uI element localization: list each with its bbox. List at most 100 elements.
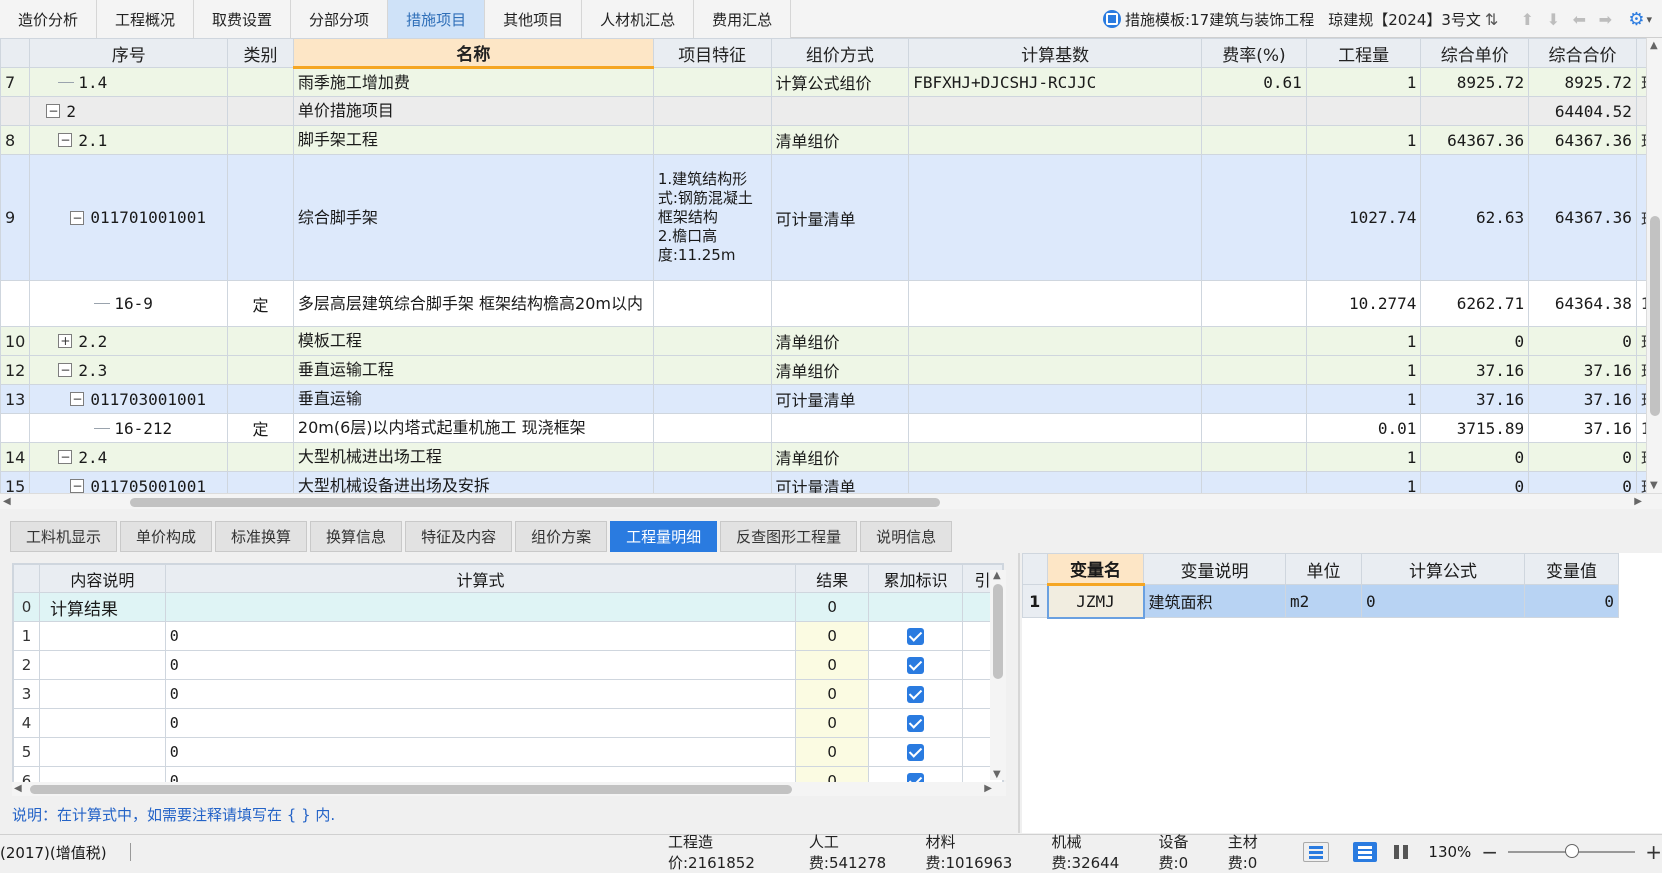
item-name[interactable]: 大型机械进出场工程: [292, 442, 654, 472]
grid-horizontal-scrollbar[interactable]: ◀ ▶: [0, 493, 1662, 509]
fee-rate[interactable]: [1201, 442, 1307, 472]
fee-rate[interactable]: [1201, 96, 1307, 126]
tab-top-6[interactable]: 人材机汇总: [582, 0, 695, 38]
item-feature[interactable]: [652, 326, 772, 356]
collapse-icon[interactable]: −: [70, 392, 85, 406]
column-header-9[interactable]: 综合合价: [1528, 38, 1637, 68]
accumulate-flag-cell[interactable]: [868, 679, 964, 709]
tab-detail-1[interactable]: 单价构成: [120, 521, 213, 552]
item-feature[interactable]: [652, 413, 772, 443]
variable-description[interactable]: 建筑面积: [1143, 584, 1286, 618]
column-header-8[interactable]: 综合单价: [1420, 38, 1530, 68]
item-name[interactable]: 垂直运输: [292, 384, 654, 414]
layout-toggle-icon[interactable]: [1302, 842, 1329, 862]
move-down-icon[interactable]: ⬇: [1540, 10, 1566, 29]
fee-rate[interactable]: [1201, 384, 1307, 414]
fee-rate[interactable]: [1201, 326, 1307, 356]
item-type[interactable]: [227, 67, 294, 97]
tab-detail-8[interactable]: 说明信息: [860, 521, 953, 552]
quantity[interactable]: 10.2774: [1305, 280, 1422, 327]
settings-icon[interactable]: ⚙: [1628, 9, 1644, 30]
item-name[interactable]: 多层高层建筑综合脚手架 框架结构檐高20m以内: [292, 280, 654, 327]
tab-top-5[interactable]: 其他项目: [485, 0, 583, 38]
collapse-icon[interactable]: −: [58, 450, 73, 464]
content-description[interactable]: [38, 650, 166, 680]
variable-column-header-4[interactable]: 变量值: [1524, 553, 1619, 585]
calc-base[interactable]: [908, 413, 1203, 443]
detail-row[interactable]: 4 00: [13, 708, 1003, 738]
table-row[interactable]: 13−011703001001垂直运输可计量清单137.1637.16现: [0, 384, 1662, 414]
pricing-method[interactable]: 可计量清单: [770, 384, 910, 414]
column-header-3[interactable]: 项目特征: [652, 38, 772, 68]
detail-column-header-0[interactable]: 内容说明: [38, 564, 166, 593]
checkbox-checked-icon[interactable]: [907, 686, 925, 703]
tab-detail-3[interactable]: 换算信息: [310, 521, 403, 552]
detail-row[interactable]: 0 计算结果 0: [13, 592, 1003, 622]
quantity[interactable]: 1: [1305, 471, 1422, 493]
table-row[interactable]: 10+2.2模板工程清单组价100现: [0, 326, 1662, 356]
accumulate-flag-cell[interactable]: [868, 592, 964, 622]
fee-rate[interactable]: 0.61: [1201, 67, 1307, 97]
detail-row[interactable]: 1 00: [13, 621, 1003, 651]
calc-base[interactable]: [908, 355, 1203, 385]
content-description[interactable]: 计算结果: [38, 592, 166, 622]
variable-unit[interactable]: m2: [1285, 584, 1362, 618]
calc-base[interactable]: [908, 326, 1203, 356]
column-view-icon[interactable]: [1389, 842, 1413, 862]
content-description[interactable]: [38, 737, 166, 767]
calc-base[interactable]: [908, 280, 1203, 327]
item-code-cell[interactable]: 16-212: [29, 413, 229, 443]
item-type[interactable]: 定: [227, 413, 294, 443]
item-name[interactable]: 20m(6层)以内塔式起重机施工 现浇框架: [292, 413, 654, 443]
panel-divider[interactable]: [1018, 553, 1020, 833]
item-name[interactable]: 综合脚手架: [292, 154, 654, 281]
tab-detail-7[interactable]: 反查图形工程量: [720, 521, 858, 552]
quantity[interactable]: 1027.74: [1305, 154, 1422, 281]
tab-detail-6[interactable]: 工程量明细: [610, 521, 718, 552]
calc-base[interactable]: [908, 125, 1203, 155]
column-header-6[interactable]: 费率(%): [1201, 38, 1307, 68]
quantity[interactable]: 1: [1305, 67, 1422, 97]
tab-top-3[interactable]: 分部分项: [291, 0, 389, 38]
item-code-cell[interactable]: −2: [29, 96, 229, 126]
quantity[interactable]: [1305, 96, 1422, 126]
scroll-right-icon[interactable]: ▶: [984, 783, 992, 794]
column-header-2[interactable]: 名称: [292, 38, 654, 69]
accumulate-flag-cell[interactable]: [868, 650, 964, 680]
collapse-icon[interactable]: −: [70, 210, 85, 225]
calc-base[interactable]: [908, 442, 1203, 472]
calc-base[interactable]: [908, 471, 1203, 493]
detail-column-header-2[interactable]: 结果: [795, 564, 870, 593]
formula-cell[interactable]: [164, 592, 797, 622]
fee-rate[interactable]: [1201, 280, 1307, 327]
variable-row[interactable]: 1 JZMJ 建筑面积 m2 0 0: [1022, 583, 1619, 619]
pricing-method[interactable]: [770, 96, 910, 126]
item-code-cell[interactable]: +2.2: [29, 326, 229, 356]
move-up-icon[interactable]: ⬆: [1514, 10, 1540, 29]
measure-template-label[interactable]: 措施模板:17建筑与装饰工程: [1125, 9, 1314, 30]
collapse-icon[interactable]: −: [46, 104, 61, 118]
table-row[interactable]: 14−2.4大型机械进出场工程清单组价100现: [0, 442, 1662, 472]
table-row[interactable]: 16-9 定多层高层建筑综合脚手架 框架结构檐高20m以内 10.2774 6262.…: [0, 280, 1662, 327]
scroll-thumb[interactable]: [30, 785, 792, 794]
item-feature[interactable]: [652, 96, 772, 126]
zoom-in-button[interactable]: +: [1645, 840, 1662, 864]
zoom-slider[interactable]: [1508, 844, 1636, 858]
tab-detail-0[interactable]: 工料机显示: [10, 521, 118, 552]
pricing-method[interactable]: 可计量清单: [770, 154, 910, 281]
item-name[interactable]: 模板工程: [292, 326, 654, 356]
item-type[interactable]: [227, 471, 294, 493]
table-row[interactable]: 15−011705001001大型机械设备进出场及安拆可计量清单100现: [0, 471, 1662, 493]
quantity[interactable]: 1: [1305, 384, 1422, 414]
item-name[interactable]: 大型机械设备进出场及安拆: [292, 471, 654, 493]
item-name[interactable]: 垂直运输工程: [292, 355, 654, 385]
item-code-cell[interactable]: 16-9: [29, 280, 229, 327]
item-code-cell[interactable]: 1.4: [29, 67, 229, 97]
detail-row[interactable]: 3 00: [13, 679, 1003, 709]
fee-rate[interactable]: [1201, 471, 1307, 493]
item-type[interactable]: [227, 326, 294, 356]
scroll-up-icon[interactable]: ▲: [1650, 40, 1658, 51]
item-type[interactable]: [227, 154, 294, 281]
item-type[interactable]: [227, 442, 294, 472]
detail-vertical-scrollbar[interactable]: ▲ ▼: [990, 570, 1006, 780]
